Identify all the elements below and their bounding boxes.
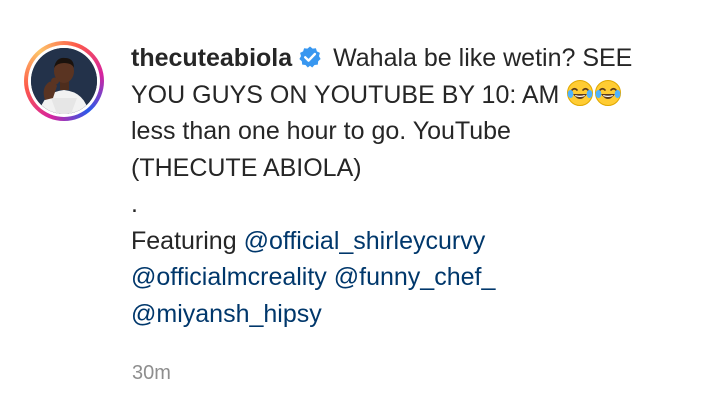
mention-link[interactable]: @official_shirleycurvy — [244, 227, 486, 255]
avatar[interactable] — [31, 48, 97, 114]
caption-mentions-line-2: @miyansh_hipsy — [131, 296, 691, 333]
caption-dot: . — [131, 190, 138, 218]
mention-link[interactable]: @funny_chef_ — [334, 263, 496, 291]
mention-link[interactable]: @miyansh_hipsy — [131, 300, 322, 328]
featuring-label: Featuring — [131, 226, 237, 255]
username[interactable]: thecuteabiola — [131, 44, 292, 72]
caption-line-1: thecuteabiola Wahala be like wetin? SEE — [131, 40, 691, 77]
tears-of-joy-emoji-icon — [566, 79, 594, 107]
post-caption: thecuteabiola Wahala be like wetin? SEE … — [131, 40, 691, 332]
caption-featuring-line: Featuring @official_shirleycurvy — [131, 223, 691, 260]
caption-text-line-1: Wahala be like wetin? SEE — [333, 44, 633, 72]
avatar-ring-gap — [28, 45, 100, 117]
avatar-photo — [31, 48, 97, 114]
verified-badge-icon — [298, 43, 322, 68]
tears-of-joy-emoji-icon — [594, 79, 622, 107]
caption-text-line-2: YOU GUYS ON YOUTUBE BY 10: AM — [131, 80, 560, 109]
caption-mentions-line: @officialmcreality @funny_chef_ — [131, 259, 691, 296]
post-timestamp: 30m — [132, 362, 171, 384]
caption-line-3: less than one hour to go. YouTube — [131, 117, 511, 145]
avatar-story-ring[interactable] — [24, 41, 104, 121]
mention-link[interactable]: @officialmcreality — [131, 263, 327, 291]
caption-line-2: YOU GUYS ON YOUTUBE BY 10: AM — [131, 77, 691, 114]
caption-line-4: (THECUTE ABIOLA) — [131, 153, 362, 182]
